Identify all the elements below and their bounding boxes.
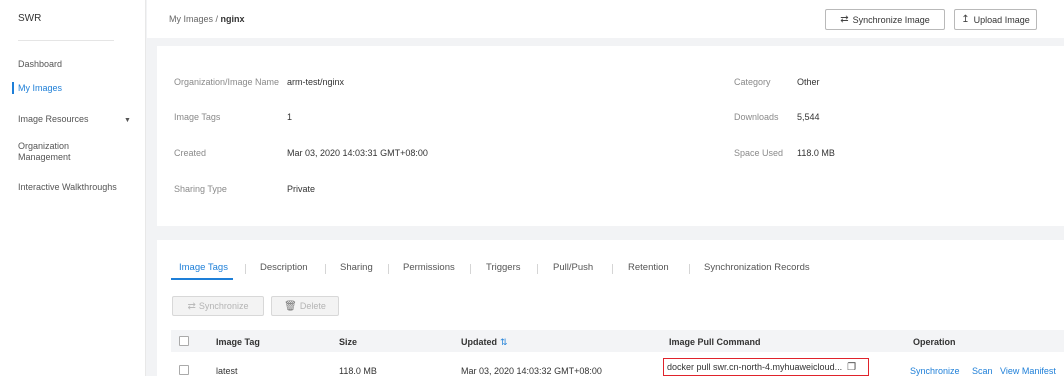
scan-link[interactable]: Scan (972, 366, 993, 376)
col-operation: Operation (913, 337, 956, 347)
tab-divider (612, 264, 613, 274)
category-value: Other (797, 77, 820, 87)
created-label: Created (174, 148, 207, 158)
breadcrumb: My Images / nginx (169, 14, 245, 24)
sidebar-item-my-images[interactable]: My Images (18, 83, 62, 94)
tab-divider (388, 264, 389, 274)
upload-icon: ↥ (961, 14, 970, 25)
sidebar: SWR Dashboard My Images Image Resources … (0, 0, 146, 376)
image-tags-label: Image Tags (174, 112, 221, 122)
synchronize-button[interactable]: ⇄ Synchronize (172, 296, 264, 316)
row-updated: Mar 03, 2020 14:03:32 GMT+08:00 (461, 366, 602, 376)
image-tags-value: 1 (287, 112, 293, 122)
row-checkbox[interactable] (179, 365, 189, 375)
chevron-down-icon[interactable]: ▼ (124, 117, 131, 124)
synchronize-image-label: Synchronize Image (852, 14, 930, 25)
active-tab-underline (171, 278, 233, 280)
sort-icon[interactable]: ⇅ (500, 337, 508, 347)
breadcrumb-separator: / (213, 14, 221, 24)
select-all-checkbox[interactable] (179, 336, 189, 346)
downloads-label: Downloads (734, 112, 779, 122)
header-bar: My Images / nginx ⇄ Synchronize Image ↥ … (147, 0, 1064, 38)
tab-synchronization-records[interactable]: Synchronization Records (704, 262, 810, 273)
tabs-panel: Image Tags Description Sharing Permissio… (157, 240, 1064, 376)
synchronize-label: Synchronize (198, 301, 249, 311)
row-size: 118.0 MB (339, 366, 377, 376)
row-image-tag: latest (216, 366, 238, 376)
org-image-label: Organization/Image Name (174, 77, 280, 87)
tab-description[interactable]: Description (260, 262, 308, 273)
delete-button[interactable]: 🗑 Delete (271, 296, 339, 316)
sidebar-divider (18, 40, 114, 41)
org-image-value: arm-test/nginx (287, 77, 345, 87)
view-manifest-link[interactable]: View Manifest (1000, 366, 1056, 376)
tab-divider (689, 264, 690, 274)
sidebar-item-interactive-walkthroughs[interactable]: Interactive Walkthroughs (18, 182, 117, 193)
category-label: Category (734, 77, 771, 87)
tab-image-tags[interactable]: Image Tags (179, 262, 228, 273)
trash-icon: 🗑 (284, 300, 297, 312)
copy-icon[interactable]: ❐ (847, 362, 856, 373)
breadcrumb-parent[interactable]: My Images (169, 14, 213, 24)
breadcrumb-current: nginx (220, 14, 245, 24)
col-updated-label: Updated (461, 337, 497, 347)
sync-icon: ⇄ (840, 14, 849, 25)
tab-divider (325, 264, 326, 274)
synchronize-image-button[interactable]: ⇄ Synchronize Image (825, 9, 945, 30)
tab-retention[interactable]: Retention (628, 262, 669, 273)
active-nav-marker (12, 82, 14, 94)
synchronize-link[interactable]: Synchronize (910, 366, 960, 376)
downloads-value: 5,544 (797, 112, 820, 122)
tab-permissions[interactable]: Permissions (403, 262, 455, 273)
sharing-type-value: Private (287, 184, 316, 194)
space-used-value: 118.0 MB (797, 148, 835, 158)
col-image-tag: Image Tag (216, 337, 260, 347)
tab-divider (245, 264, 246, 274)
col-updated[interactable]: Updated ⇅ (461, 337, 508, 348)
sidebar-item-image-resources[interactable]: Image Resources (18, 114, 89, 125)
delete-label: Delete (299, 301, 326, 311)
created-value: Mar 03, 2020 14:03:31 GMT+08:00 (287, 148, 428, 158)
pull-command-cell: docker pull swr.cn-north-4.myhuaweicloud… (663, 358, 869, 376)
tab-pull-push[interactable]: Pull/Push (553, 262, 593, 273)
tab-sharing[interactable]: Sharing (340, 262, 373, 273)
sync-icon: ⇄ (187, 300, 196, 312)
sidebar-item-organization-management[interactable]: Organization Management (18, 141, 71, 163)
sharing-type-label: Sharing Type (174, 184, 227, 194)
upload-image-label: Upload Image (973, 14, 1030, 25)
table-header: Image Tag Size Updated ⇅ Image Pull Comma… (171, 330, 1064, 352)
tab-triggers[interactable]: Triggers (486, 262, 521, 273)
tab-divider (537, 264, 538, 274)
sidebar-item-dashboard[interactable]: Dashboard (18, 59, 62, 70)
service-title: SWR (18, 13, 42, 24)
col-pull-command: Image Pull Command (669, 337, 761, 347)
image-info-card: Organization/Image Name arm-test/nginx I… (157, 46, 1064, 226)
pull-command-text: docker pull swr.cn-north-4.myhuaweicloud… (667, 362, 843, 372)
col-size: Size (339, 337, 358, 347)
space-used-label: Space Used (734, 148, 784, 158)
tab-divider (470, 264, 471, 274)
upload-image-button[interactable]: ↥ Upload Image (954, 9, 1037, 30)
